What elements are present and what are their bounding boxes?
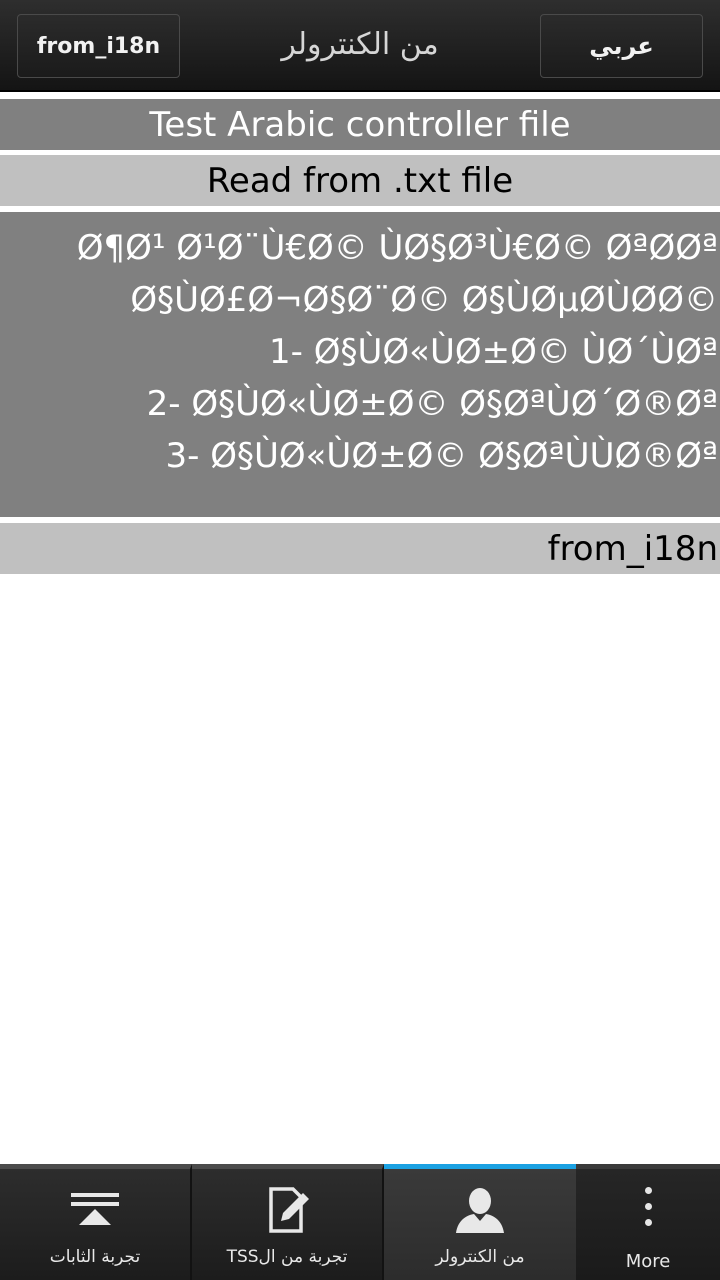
txt-line-3: 1- Ø§ÙØ«ÙØ±Ø© ÙØ´ÙØª — [269, 332, 718, 372]
more-button[interactable]: More — [576, 1164, 720, 1280]
tab-tss[interactable]: تجربة من الTSS — [192, 1164, 384, 1280]
arabic-button[interactable]: عربي — [540, 14, 703, 78]
test-controller-label: Test Arabic controller file — [0, 99, 720, 150]
tab-constants[interactable]: تجربة الثابات — [0, 1164, 192, 1280]
edit-note-icon — [192, 1185, 382, 1235]
more-dots-icon — [576, 1187, 720, 1226]
txt-line-1: Ø¶Ø¹ Ø¹Ø¨Ù€Ø© ÙØ§Ø³Ù€Ø© ØªØØª — [76, 228, 718, 268]
txt-line-4: 2- Ø§ÙØ«ÙØ±Ø© Ø§ØªÙØ´Ø®Øª — [146, 384, 718, 424]
title-bar: from_i18n من الكنترولر عربي — [0, 0, 720, 92]
i18n-label: from_i18n — [0, 523, 720, 574]
tab-tss-label: تجربة من الTSS — [226, 1247, 348, 1267]
txt-line-2: Ø§ÙØ£Ø¬Ø§Ø¨Ø© Ø§ÙØµØÙØØ© — [130, 280, 718, 320]
page-title: من الكنترولر — [281, 26, 439, 62]
read-txt-label: Read from .txt file — [0, 155, 720, 206]
tab-constants-label: تجربة الثابات — [49, 1247, 141, 1267]
txt-file-content: Ø¶Ø¹ Ø¹Ø¨Ù€Ø© ÙØ§Ø³Ù€Ø© ØªØØª Ø§ÙØ£Ø¬Ø§Ø… — [0, 212, 720, 517]
tab-controller[interactable]: من الكنترولر — [384, 1164, 576, 1280]
collapse-icon — [0, 1185, 190, 1235]
action-bar: تجربة الثابات تجربة من الTSS من الكنترول… — [0, 1164, 720, 1280]
tab-controller-label: من الكنترولر — [435, 1247, 525, 1267]
person-icon — [384, 1185, 576, 1235]
txt-line-5: 3- Ø§ÙØ«ÙØ±Ø© Ø§ØªÙÙØ®Øª — [165, 436, 718, 476]
from-i18n-button[interactable]: from_i18n — [17, 14, 180, 78]
more-label: More — [625, 1251, 671, 1272]
